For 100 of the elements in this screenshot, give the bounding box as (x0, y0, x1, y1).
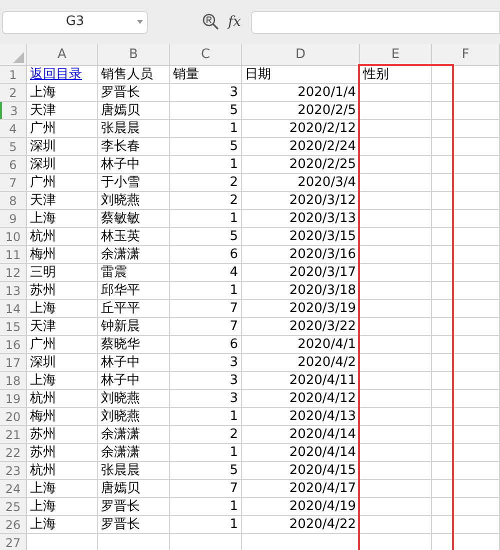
row-header[interactable]: 25 (0, 498, 27, 515)
row-header[interactable]: 15 (0, 318, 27, 335)
table-cell-text: 钟新晨 (101, 318, 140, 336)
row-header[interactable]: 22 (0, 444, 27, 461)
table-cell-text: 1 (230, 408, 238, 426)
table-cell-text: 5 (230, 228, 238, 246)
row-header[interactable]: 5 (0, 138, 27, 155)
caret-icon (137, 20, 143, 24)
zoom-icon[interactable] (202, 13, 220, 31)
formula-field[interactable] (251, 10, 500, 34)
table-cell-text: 刘晓燕 (101, 390, 140, 408)
row-header[interactable]: 12 (0, 264, 27, 281)
table-cell-text: 2020/3/17 (289, 264, 356, 282)
table-cell-text: 杭州 (30, 228, 56, 246)
table-cell-text: 3 (230, 390, 238, 408)
table-cell-text: 唐嫣贝 (101, 102, 140, 120)
row-header[interactable]: 27 (0, 534, 27, 550)
table-cell-text: 林子中 (101, 354, 140, 372)
table-cell-text: 3 (230, 354, 238, 372)
table-cell-text: 销量 (173, 66, 199, 84)
table-cell-text: 性别 (363, 66, 389, 84)
column-header[interactable]: F (462, 44, 470, 64)
row-header[interactable]: 11 (0, 246, 27, 263)
row-header[interactable]: 13 (0, 282, 27, 299)
table-cell-text: 2020/3/4 (298, 174, 356, 192)
hyperlink[interactable]: 返回目录 (30, 64, 82, 84)
table-cell-text: 苏州 (30, 444, 56, 462)
table-cell-text: 2020/4/22 (289, 516, 356, 534)
table-cell-text: 刘晓燕 (101, 408, 140, 426)
table-cell-text: 2020/3/22 (289, 318, 356, 336)
table-cell-text: 2020/3/18 (289, 282, 356, 300)
table-cell-text: 2020/4/12 (289, 390, 356, 408)
table-cell-text: 上海 (30, 480, 56, 498)
row-header[interactable]: 6 (0, 156, 27, 173)
table-cell-text: 2 (230, 426, 238, 444)
table-cell-text: 4 (230, 264, 238, 282)
table-cell-text: 罗晋长 (101, 498, 140, 516)
table-cell-text: 上海 (30, 498, 56, 516)
column-header[interactable]: B (129, 44, 138, 64)
table-cell-text: 广州 (30, 336, 56, 354)
name-box[interactable]: G3 (2, 10, 148, 34)
table-cell-text: 2020/4/17 (289, 480, 356, 498)
row-header[interactable]: 20 (0, 408, 27, 425)
row-header[interactable]: 1 (0, 66, 27, 83)
table-cell-text: 余潇潇 (101, 444, 140, 462)
table-cell-text: 2 (230, 174, 238, 192)
table-cell-text: 1 (230, 210, 238, 228)
select-all-icon[interactable] (13, 52, 24, 63)
row-header[interactable]: 26 (0, 516, 27, 533)
column-header[interactable]: E (391, 44, 400, 64)
row-header[interactable]: 23 (0, 462, 27, 479)
table-cell-text: 7 (230, 318, 238, 336)
table-cell-text: 2020/4/15 (289, 462, 356, 480)
table-cell-text: 杭州 (30, 462, 56, 480)
table-cell-text: 1 (230, 156, 238, 174)
row-header[interactable]: 2 (0, 84, 27, 101)
table-cell-text: 2020/4/11 (289, 372, 356, 390)
table-cell-text: 李长春 (101, 138, 140, 156)
row-header[interactable]: 18 (0, 372, 27, 389)
table-cell-text: 余潇潇 (101, 246, 140, 264)
column-header[interactable]: C (200, 44, 210, 64)
row-header[interactable]: 3 (0, 102, 27, 119)
row-header[interactable]: 4 (0, 120, 27, 137)
table-cell-text: 上海 (30, 372, 56, 390)
table-cell-text: 2020/4/1 (298, 336, 356, 354)
table-cell-text: 广州 (30, 174, 56, 192)
table-cell-text: 张晨晨 (101, 120, 140, 138)
table-cell-text: 梅州 (30, 246, 56, 264)
table-cell-text: 5 (230, 462, 238, 480)
row-header[interactable]: 19 (0, 390, 27, 407)
table-cell-text: 2020/4/19 (289, 498, 356, 516)
table-cell-text: 5 (230, 138, 238, 156)
table-cell-text: 苏州 (30, 282, 56, 300)
table-cell-text: 三明 (30, 264, 56, 282)
row-header[interactable]: 9 (0, 210, 27, 227)
table-cell-text: 2 (230, 192, 238, 210)
table-cell-text: 5 (230, 102, 238, 120)
table-cell-text: 上海 (30, 516, 56, 534)
table-cell-text: 2020/1/4 (298, 84, 356, 102)
row-header[interactable]: 7 (0, 174, 27, 191)
row-header[interactable]: 8 (0, 192, 27, 209)
row-header[interactable]: 10 (0, 228, 27, 245)
table-cell-text: 深圳 (30, 156, 56, 174)
table-cell-text: 1 (230, 498, 238, 516)
row-header[interactable]: 14 (0, 300, 27, 317)
table-cell-text: 3 (230, 84, 238, 102)
table-cell-text: 2020/4/13 (289, 408, 356, 426)
table-cell-text: 于小雪 (101, 174, 140, 192)
column-header[interactable]: A (58, 44, 66, 64)
table-cell-text: 蔡敏敏 (101, 210, 140, 228)
table-cell-text: 1 (230, 282, 238, 300)
table-cell-text: 罗晋长 (101, 84, 140, 102)
row-header[interactable]: 24 (0, 480, 27, 497)
table-cell-text: 唐嫣贝 (101, 480, 140, 498)
row-header[interactable]: 21 (0, 426, 27, 443)
column-header[interactable]: D (295, 44, 306, 64)
table-cell-text: 深圳 (30, 354, 56, 372)
row-header[interactable]: 17 (0, 354, 27, 371)
row-header[interactable]: 16 (0, 336, 27, 353)
table-cell-text: 2020/2/25 (289, 156, 356, 174)
